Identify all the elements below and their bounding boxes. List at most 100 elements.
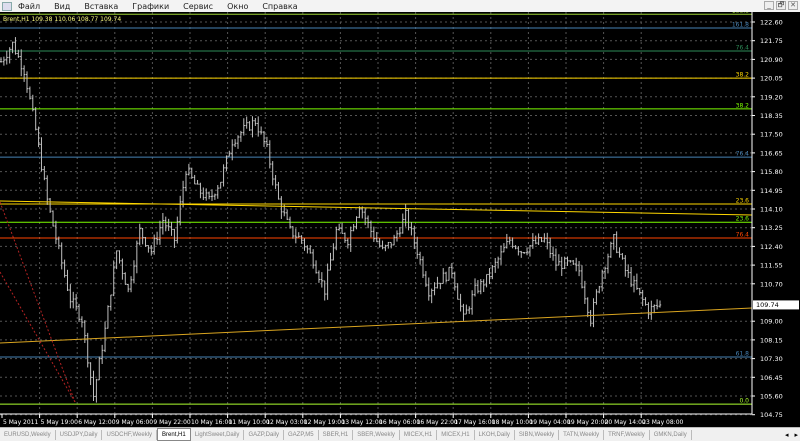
price-bar [248,121,251,131]
price-bar [444,271,448,283]
price-bar [580,265,584,289]
price-bar [118,250,121,264]
price-bar [100,344,104,365]
price-bar [285,209,289,220]
chart-tab[interactable]: MICEX,H1 [437,429,475,440]
price-bar [106,305,110,329]
price-bar [522,252,526,254]
price-tick-label: 120.90 [760,56,783,64]
price-bar [618,247,621,258]
price-tick-label: 113.25 [760,224,783,232]
menu-charts[interactable]: Графики [132,2,169,11]
price-bar [436,276,439,289]
minimize-button[interactable]: _ [764,1,774,10]
price-bar [502,243,506,253]
price-bar [303,238,306,251]
price-bar [384,244,387,252]
chart-tab[interactable]: LightSweet,Daily [191,429,245,440]
svg-text:109.74: 109.74 [756,301,779,309]
price-bar [51,210,55,227]
menu-help[interactable]: Справка [262,2,297,11]
chart-tab[interactable]: GMKN,Daily [650,429,692,440]
price-tick-label: 117.50 [760,131,783,139]
chart-tab[interactable]: GAZP,Daily [244,429,285,440]
chart-tab[interactable]: EURUSD,Weekly [0,429,56,440]
price-bar [89,362,92,386]
chart-tab[interactable]: SIBN,Weekly [515,429,560,440]
price-bar [161,213,165,235]
tab-scroll-left-button[interactable]: ◂ [785,431,789,439]
current-price-label: 109.74 [753,300,799,310]
restore-button[interactable]: 🗗 [776,1,786,10]
price-bar [86,332,89,368]
menu-window[interactable]: Окно [227,2,248,11]
price-bar [491,265,494,280]
trendline-orange[interactable] [0,307,753,344]
chart-tab[interactable]: Brent,H1 [157,428,191,441]
price-bar [525,247,529,256]
menu-view[interactable]: Вид [54,2,70,11]
price-bar [181,180,185,208]
price-bar [632,275,636,293]
price-bar [257,116,260,137]
price-bar [647,302,650,320]
price-bar [216,184,219,199]
chart-tab[interactable]: SBER,Weekly [353,429,400,440]
price-bar [115,250,118,270]
time-tick-label: 19 May 20:00 [567,419,608,426]
dotted-line-red[interactable] [0,201,76,403]
price-bar [442,268,445,284]
price-bar [650,300,653,320]
chart-canvas[interactable]: 100.0 161.8 76.4 38.2 38.2 76.4 23.6 23.6 76.4 61… [0,12,800,427]
price-bar [164,216,167,232]
time-tick-label: 18 May 10:00 [492,419,533,426]
close-button[interactable]: ✕ [788,1,798,10]
chart-tab[interactable]: SBER,H1 [319,429,354,440]
fibo-level-label: 23.6 [736,197,750,204]
menu-insert[interactable]: Вставка [84,2,118,11]
price-bar [407,208,410,231]
chart-tab[interactable]: MICEX,H1 [400,429,438,440]
price-bar [320,272,324,288]
chart-tab[interactable]: TRNF,Weekly [604,429,650,440]
trendline-yellow[interactable] [0,200,753,216]
chart-tab[interactable]: LKOH,Daily [475,429,515,440]
chart-tab[interactable]: USDJPY,Daily [56,429,103,440]
price-bar [563,256,566,269]
price-bar [595,289,598,305]
price-bar [80,316,84,328]
menu-tools[interactable]: Сервис [183,2,213,11]
price-bar [48,198,52,213]
chart-tab[interactable]: USDCHF,Weekly [102,429,158,440]
menu-file[interactable]: Файл [18,2,40,11]
price-bar [416,236,419,259]
price-bar [291,226,295,239]
price-tick-label: 109.00 [760,318,783,326]
price-bar [615,231,618,254]
price-bar [121,258,124,280]
price-bar [69,284,72,309]
trendlines[interactable] [0,200,753,403]
time-tick-label: 5 May 2011 [3,419,38,426]
price-tick-label: 106.45 [760,374,783,382]
price-bar [473,278,477,297]
price-bar [447,266,451,281]
price-bar [72,291,75,309]
price-bar [551,246,555,261]
price-bar [427,277,430,301]
price-chart[interactable]: 100.0 161.8 76.4 38.2 38.2 76.4 23.6 23.6 76.4 61… [0,12,800,427]
time-tick-label: 16 May 06:00 [379,419,420,426]
chart-tab[interactable]: TATN,Weekly [559,429,605,440]
price-bar [638,287,641,296]
chart-tab[interactable]: GAZP,M5 [284,429,319,440]
price-bar [653,304,656,314]
price-bar [202,187,205,200]
price-bar [566,256,569,266]
price-bar [470,290,474,315]
price-tick-label: 111.55 [760,262,783,270]
tab-scroll-right-button[interactable]: ▸ [794,431,798,439]
price-bar [311,249,315,269]
price-bar [8,47,11,64]
dotted-line-red[interactable] [0,271,76,403]
fibo-level-label: 100.0 [732,12,749,15]
